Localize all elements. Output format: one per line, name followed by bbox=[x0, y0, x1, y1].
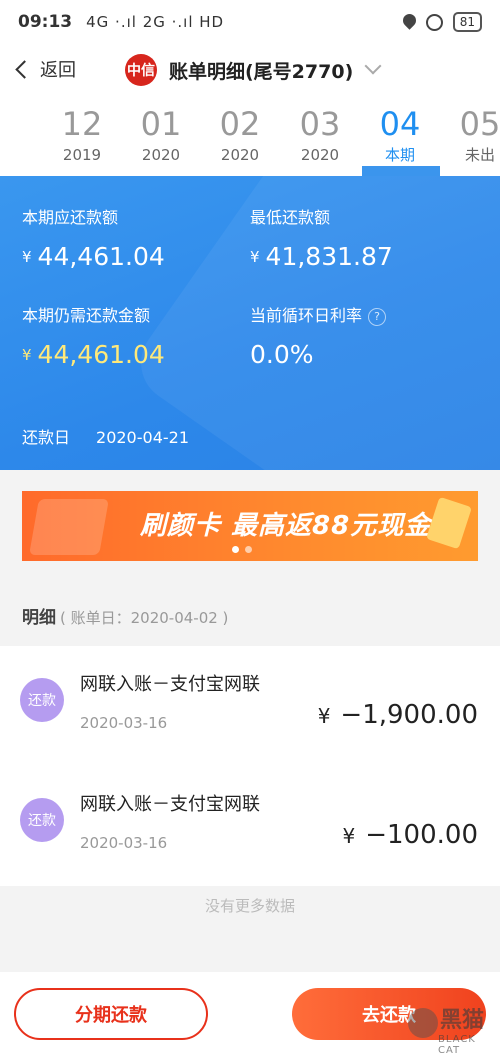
transaction-date: 2020-03-16 bbox=[80, 714, 168, 732]
min-amount: ¥41,831.87 bbox=[250, 242, 393, 271]
bill-summary-card: 本期应还款额 ¥44,461.04 最低还款额 ¥41,831.87 本期仍需还… bbox=[0, 176, 500, 470]
banner-pagination bbox=[232, 546, 252, 553]
network-indicator: 4G ·.ıl 2G ·.ıl HD bbox=[86, 13, 225, 31]
month-tab-current[interactable]: 04 本期 bbox=[360, 104, 440, 166]
amount-value: −100.00 bbox=[365, 820, 478, 850]
card-illustration bbox=[426, 496, 472, 550]
month-number: 04 bbox=[379, 105, 421, 143]
status-time: 09:13 bbox=[18, 12, 73, 32]
month-year: 2020 bbox=[220, 146, 260, 164]
month-year: 本期 bbox=[384, 146, 415, 164]
amount-value: −1,900.00 bbox=[340, 700, 478, 730]
rate-value: 0.0% bbox=[250, 340, 314, 369]
transaction-row[interactable]: 还款 网联入账－支付宝网联 2020-03-16 ¥ −100.00 bbox=[0, 766, 500, 886]
month-year: 2020 bbox=[300, 146, 340, 164]
transaction-row[interactable]: 还款 网联入账－支付宝网联 2020-03-16 ¥ −1,900.00 bbox=[0, 646, 500, 766]
watermark-logo: 黑猫 BLACK CAT bbox=[408, 1000, 494, 1056]
remaining-amount: ¥44,461.04 bbox=[22, 340, 165, 369]
due-amount-value: 44,461.04 bbox=[37, 242, 165, 271]
banner-text: 刷颜卡 最高返88元现金 bbox=[140, 511, 432, 541]
due-amount-label: 本期应还款额 bbox=[22, 208, 119, 227]
detail-header: 明细( 账单日：2020-04-02 ) bbox=[22, 603, 228, 628]
currency-symbol: ¥ bbox=[22, 346, 32, 364]
transaction-description: 网联入账－支付宝网联 bbox=[80, 794, 260, 815]
rate-label: 当前循环日利率 bbox=[250, 306, 363, 325]
title-dropdown[interactable]: 中信 账单明细(尾号2770) bbox=[125, 54, 382, 86]
chevron-down-icon bbox=[364, 57, 382, 75]
back-label: 返回 bbox=[40, 60, 76, 81]
currency-symbol: ¥ bbox=[22, 248, 32, 266]
back-button[interactable]: 返回 bbox=[15, 56, 76, 82]
min-amount-value: 41,831.87 bbox=[265, 242, 393, 271]
statement-date: ( 账单日：2020-04-02 ) bbox=[60, 609, 229, 627]
month-number: 05 bbox=[459, 105, 500, 143]
month-number: 12 bbox=[61, 105, 103, 143]
banner-illustration bbox=[29, 499, 109, 555]
chevron-left-icon bbox=[15, 60, 34, 79]
month-year: 2020 bbox=[141, 146, 181, 164]
due-amount: ¥44,461.04 bbox=[22, 242, 165, 271]
repayment-badge: 还款 bbox=[20, 798, 64, 842]
status-right: 81 bbox=[403, 12, 482, 32]
month-tab[interactable]: 01 2020 bbox=[121, 104, 201, 166]
transaction-date: 2020-03-16 bbox=[80, 834, 168, 852]
bank-logo-icon: 中信 bbox=[125, 54, 157, 86]
month-tab[interactable]: 03 2020 bbox=[280, 104, 360, 166]
transaction-amount: ¥ −1,900.00 bbox=[318, 700, 478, 730]
currency-symbol: ¥ bbox=[250, 248, 260, 266]
watermark-en: BLACK CAT bbox=[438, 1034, 476, 1056]
min-amount-label: 最低还款额 bbox=[250, 208, 331, 227]
month-number: 03 bbox=[299, 105, 341, 143]
month-number: 01 bbox=[140, 105, 182, 143]
month-year: 2019 bbox=[62, 146, 102, 164]
remaining-amount-label: 本期仍需还款金额 bbox=[22, 306, 151, 325]
page-title: 账单明细(尾号2770) bbox=[169, 60, 354, 83]
installment-button[interactable]: 分期还款 bbox=[14, 988, 208, 1040]
nav-header: 返回 中信 账单明细(尾号2770) bbox=[0, 44, 500, 100]
watermark-cn: 黑猫 bbox=[440, 1008, 485, 1033]
remaining-amount-value: 44,461.04 bbox=[37, 340, 165, 369]
no-more-data: 没有更多数据 bbox=[204, 897, 295, 915]
pagination-dot bbox=[245, 546, 252, 553]
currency-symbol: ¥ bbox=[342, 824, 356, 848]
month-tab[interactable]: 12 2019 bbox=[42, 104, 122, 166]
month-selector: 11 2019 12 2019 01 2020 02 2020 03 2020 … bbox=[0, 100, 500, 176]
month-number: 02 bbox=[219, 105, 261, 143]
transaction-amount: ¥ −100.00 bbox=[343, 820, 479, 850]
cat-icon bbox=[408, 1008, 438, 1038]
repay-day-row: 还款日 2020-04-21 bbox=[22, 424, 189, 448]
battery-icon: 81 bbox=[452, 12, 482, 32]
month-year: 未出 bbox=[464, 146, 495, 164]
repay-day-label: 还款日 bbox=[22, 428, 71, 447]
month-tab[interactable]: 02 2020 bbox=[200, 104, 280, 166]
currency-symbol: ¥ bbox=[317, 704, 331, 728]
help-icon[interactable]: ? bbox=[368, 308, 387, 326]
alarm-icon bbox=[425, 13, 443, 31]
detail-title: 明细 bbox=[22, 608, 56, 628]
transaction-description: 网联入账－支付宝网联 bbox=[80, 674, 260, 695]
rate-label-row: 当前循环日利率? bbox=[250, 302, 387, 326]
pagination-dot bbox=[232, 546, 239, 553]
month-number: 11 bbox=[0, 104, 18, 144]
status-bar: 09:13 4G ·.ıl 2G ·.ıl HD 81 bbox=[0, 0, 500, 44]
month-tab[interactable]: 11 2019 bbox=[0, 104, 18, 166]
repayment-badge: 还款 bbox=[20, 678, 64, 722]
month-tab[interactable]: 05 未出 bbox=[440, 104, 500, 166]
month-year: 2019 bbox=[0, 144, 18, 166]
location-icon bbox=[403, 14, 416, 31]
repay-day-value: 2020-04-21 bbox=[96, 428, 189, 447]
